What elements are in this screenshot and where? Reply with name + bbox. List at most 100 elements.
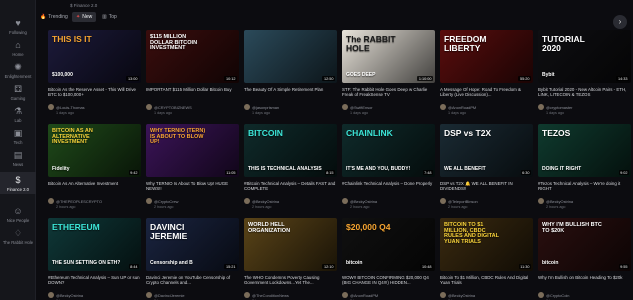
video-thumbnail[interactable]: THIS IS IT $100,000 13:00: [48, 30, 141, 83]
video-title[interactable]: #Ethereum Technical Analysis – Sun UP or…: [48, 275, 141, 286]
channel-name[interactable]: @BeckyOstrina: [56, 293, 83, 298]
sidebar-item-following[interactable]: ♥ Following: [0, 18, 36, 36]
channel-name[interactable]: @CRYPTOBIZNEWS: [154, 105, 192, 110]
video-title[interactable]: WOW!! BITCOIN CONFIRMING $20,000 Q4 (BIG…: [342, 275, 435, 286]
sidebar-item-tech[interactable]: ▣ Tech: [0, 128, 36, 146]
avatar[interactable]: [244, 292, 250, 298]
channel-name[interactable]: @TeleportBinson: [448, 199, 478, 204]
tab-top[interactable]: ▥ Top: [98, 12, 121, 22]
channel-name[interactable]: @BeckyOstrina: [350, 199, 377, 204]
avatar[interactable]: [342, 198, 348, 204]
sidebar-item-lab[interactable]: ⚗ Lab: [0, 106, 36, 124]
channel-name[interactable]: @cryptomaster: [546, 105, 572, 110]
avatar[interactable]: [244, 198, 250, 204]
video-card[interactable]: BITCOIN AS AN ALTERNATIVE INVESTMENT Fide…: [48, 124, 141, 209]
avatar[interactable]: [48, 104, 54, 110]
video-title[interactable]: The WHO Condemns Poverty Causing Governm…: [244, 275, 337, 286]
video-thumbnail[interactable]: BITCOIN THIS IS TECHNICAL ANALYSIS 8:15: [244, 124, 337, 177]
video-title[interactable]: Why TERNIO Is About To Blow Up! HUGE NEW…: [146, 181, 239, 192]
channel-name[interactable]: @Louis-Thomas: [56, 105, 85, 110]
avatar[interactable]: [440, 292, 446, 298]
channel-name[interactable]: @CryptoCrew: [154, 199, 179, 204]
video-card[interactable]: DAVINCI JEREMIE Censorship and B 15:21 Davi…: [146, 218, 239, 300]
video-title[interactable]: Why I'm Bullish on Bitcoin Heading To $2…: [538, 275, 631, 286]
video-thumbnail[interactable]: The RABBIT HOLE GOES DEEP 1:10:00: [342, 30, 435, 83]
video-card[interactable]: CHAINLINK IT'S ME AND YOU, BUDDY! 7:48 #Cha…: [342, 124, 435, 209]
channel-name[interactable]: @BeckyOstrina: [448, 293, 475, 298]
channel-name[interactable]: @AnonRoadPM: [350, 293, 378, 298]
video-thumbnail[interactable]: $115 MILLION DOLLAR BITCOIN INVESTMENT 10…: [146, 30, 239, 83]
video-title[interactable]: IMPORTANT $115 Million Dollar Bitcoin Bu…: [146, 87, 239, 98]
video-title[interactable]: #Tezos Technical Analysis – We're doing …: [538, 181, 631, 192]
channel-name[interactable]: @CryptoCoin: [546, 293, 569, 298]
video-thumbnail[interactable]: BITCOIN TO $1 MILLION, CBDC RULES AND DI…: [440, 218, 533, 271]
sidebar-item-finance[interactable]: $ Finance 2.0: [0, 172, 36, 194]
video-thumbnail[interactable]: TEZOS DOING IT RIGHT 9:02: [538, 124, 631, 177]
video-thumbnail[interactable]: ETHEREUM THE SUN SETTING ON ETH? 8:44: [48, 218, 141, 271]
next-row-button[interactable]: ›: [613, 15, 627, 29]
video-thumbnail[interactable]: WORLD HELL ORGANIZATION 12:10: [244, 218, 337, 271]
video-card[interactable]: $115 MILLION DOLLAR BITCOIN INVESTMENT 10…: [146, 30, 239, 115]
avatar[interactable]: [48, 292, 54, 298]
video-thumbnail[interactable]: WHY I'M BULLISH BTC TO $20K bitcoin 9:55: [538, 218, 631, 271]
video-card[interactable]: 12:50 The Beauty Of A Simple Retirement P…: [244, 30, 337, 115]
sidebar-item-enlightenment[interactable]: ✺ Enlightenment: [0, 62, 36, 80]
video-title[interactable]: A Message Of Hope: Road To Freedom & Lib…: [440, 87, 533, 98]
video-card[interactable]: WHY TERNIO (TERN) IS ABOUT TO BLOW UP! 11…: [146, 124, 239, 209]
channel-name[interactable]: @BeckyOstrina: [252, 199, 279, 204]
channel-name[interactable]: @TheConditionNews: [252, 293, 289, 298]
video-thumbnail[interactable]: CHAINLINK IT'S ME AND YOU, BUDDY! 7:48: [342, 124, 435, 177]
video-title[interactable]: DSP vs T2X 🔔 WE ALL BENEFIT IN DIVIDENDS…: [440, 181, 533, 192]
sidebar-item-home[interactable]: ⌂ Home: [0, 40, 36, 58]
sidebar-item-rabbit-hole[interactable]: ♢ The Rabbit Hole: [0, 228, 36, 246]
channel-name[interactable]: @AnonRoadPM: [448, 105, 476, 110]
video-card[interactable]: THIS IS IT $100,000 13:00 Bitcoin As the Re…: [48, 30, 141, 115]
video-card[interactable]: ETHEREUM THE SUN SETTING ON ETH? 8:44 #Ethe…: [48, 218, 141, 300]
channel-name[interactable]: @BeckyOstrina: [546, 199, 573, 204]
video-title[interactable]: Bitcoin To $1 Million, CBDC Rules And Di…: [440, 275, 533, 286]
video-thumbnail[interactable]: BITCOIN AS AN ALTERNATIVE INVESTMENT Fide…: [48, 124, 141, 177]
video-title[interactable]: #Chainlink Technical Analysis – Done Pro…: [342, 181, 435, 192]
channel-name[interactable]: @SwiftEnsor: [350, 105, 373, 110]
video-title[interactable]: STF: The Rabbit Hole Goes Deep w Charlie…: [342, 87, 435, 98]
video-title[interactable]: #Bitcoin Technical Analysis – Details FA…: [244, 181, 337, 192]
avatar[interactable]: [538, 198, 544, 204]
avatar[interactable]: [244, 104, 250, 110]
avatar[interactable]: [538, 292, 544, 298]
avatar[interactable]: [146, 292, 152, 298]
avatar[interactable]: [342, 292, 348, 298]
video-card[interactable]: BITCOIN THIS IS TECHNICAL ANALYSIS 8:15 #Bi…: [244, 124, 337, 209]
video-card[interactable]: The RABBIT HOLE GOES DEEP 1:10:00 STF: The …: [342, 30, 435, 115]
video-thumbnail[interactable]: DAVINCI JEREMIE Censorship and B 15:21: [146, 218, 239, 271]
avatar[interactable]: [440, 104, 446, 110]
tab-trending[interactable]: 🔥 Trending: [36, 12, 72, 22]
video-thumbnail[interactable]: 12:50: [244, 30, 337, 83]
video-card[interactable]: DSP vs T2X WE ALL BENEFIT 6:30 DSP vs T2X 🔔…: [440, 124, 533, 209]
sidebar-item-nice-people[interactable]: ☺ Nice People: [0, 206, 36, 224]
video-thumbnail[interactable]: $20,000 Q4 bitcoin 10:48: [342, 218, 435, 271]
avatar[interactable]: [538, 104, 544, 110]
video-card[interactable]: WHY I'M BULLISH BTC TO $20K bitcoin 9:55 Wh…: [538, 218, 631, 300]
video-card[interactable]: $20,000 Q4 bitcoin 10:48 WOW!! BITCOIN CONF…: [342, 218, 435, 300]
video-thumbnail[interactable]: WHY TERNIO (TERN) IS ABOUT TO BLOW UP! 11…: [146, 124, 239, 177]
video-card[interactable]: TUTORIAL 2020 Bybit 14:33 Bybit Tutorial 20…: [538, 30, 631, 115]
video-title[interactable]: Davinci Jeremie on YouTube Censorship of…: [146, 275, 239, 286]
video-title[interactable]: Bybit Tutorial 2020 - New Altcoin Pairs …: [538, 87, 631, 98]
avatar[interactable]: [440, 198, 446, 204]
video-card[interactable]: WORLD HELL ORGANIZATION 12:10 The WHO Cond…: [244, 218, 337, 300]
video-title[interactable]: Bitcoin As An Alternative Investment: [48, 181, 141, 192]
video-title[interactable]: Bitcoin As the Reserve Asset - This Will…: [48, 87, 141, 98]
video-card[interactable]: FREEDOM LIBERTY 55:20 A Message Of Hope: R…: [440, 30, 533, 115]
video-card[interactable]: TEZOS DOING IT RIGHT 9:02 #Tezos Technical …: [538, 124, 631, 209]
video-title[interactable]: The Beauty Of A Simple Retirement Plan: [244, 87, 337, 98]
video-thumbnail[interactable]: TUTORIAL 2020 Bybit 14:33: [538, 30, 631, 83]
tab-new[interactable]: ✦ New: [72, 12, 97, 22]
avatar[interactable]: [48, 198, 54, 204]
avatar[interactable]: [342, 104, 348, 110]
sidebar-item-news[interactable]: ▤ News: [0, 150, 36, 168]
video-thumbnail[interactable]: FREEDOM LIBERTY 55:20: [440, 30, 533, 83]
channel-name[interactable]: @DavinciJeremie: [154, 293, 185, 298]
video-thumbnail[interactable]: DSP vs T2X WE ALL BENEFIT 6:30: [440, 124, 533, 177]
sidebar-item-gaming[interactable]: ⚃ Gaming: [0, 84, 36, 102]
channel-name[interactable]: @THEPEOPLESCRYPTO: [56, 199, 102, 204]
